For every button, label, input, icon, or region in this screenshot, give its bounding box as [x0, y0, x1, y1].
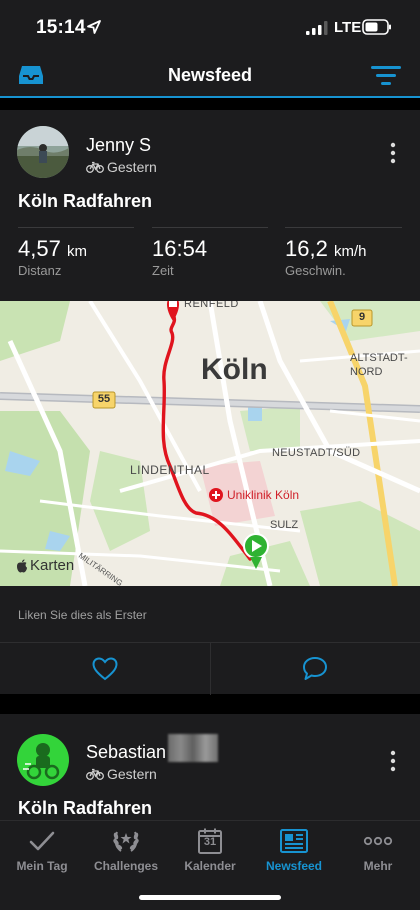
user-name[interactable]: Jenny S — [86, 135, 151, 156]
map-road-sign: 9 — [358, 311, 366, 323]
activity-card[interactable]: Jenny S Gestern Köln Radfahren 4,57 km D… — [0, 110, 420, 695]
activity-meta: Gestern — [86, 159, 157, 175]
tab-newsfeed[interactable]: Newsfeed — [252, 821, 336, 883]
activity-meta: Gestern — [86, 766, 157, 782]
feed-gap — [0, 100, 420, 110]
home-indicator — [139, 895, 281, 900]
stat-time: 16:54 Zeit — [152, 227, 268, 278]
map-label: NEUSTADT/SÜD — [272, 447, 361, 459]
bike-icon — [86, 768, 104, 780]
calendar-day: 31 — [203, 836, 217, 848]
more-vertical-icon[interactable] — [388, 142, 398, 164]
avatar-photo — [17, 126, 69, 178]
stat-value: 16:54 — [152, 236, 208, 261]
map-attribution-text: Karten — [30, 557, 75, 574]
post-actions — [0, 642, 420, 695]
route-map[interactable]: 9 55 Köln RENFELD ALTSTADT-NORD NEUSTADT… — [0, 301, 420, 586]
activity-date: Gestern — [107, 159, 157, 175]
more-vertical-icon[interactable] — [388, 750, 398, 772]
tab-mehr[interactable]: Mehr — [336, 821, 420, 883]
location-arrow-icon — [87, 20, 101, 34]
signal-icon — [306, 21, 328, 35]
status-time: 15:14 — [36, 17, 86, 38]
map-poi-label: Uniklinik Köln — [227, 488, 300, 502]
map-city-label: Köln — [201, 353, 268, 386]
app-header: Newsfeed — [0, 52, 420, 98]
map-label: SULZ — [270, 519, 299, 531]
activity-date: Gestern — [107, 766, 157, 782]
map-attribution: Karten — [16, 557, 74, 574]
tab-label: Mein Tag — [16, 859, 68, 873]
heart-icon[interactable] — [92, 657, 118, 681]
battery-icon — [362, 19, 391, 35]
avatar[interactable] — [17, 734, 69, 786]
stat-value: 4,57 — [18, 236, 61, 261]
stat-label: Zeit — [152, 263, 174, 278]
more-dots-icon — [363, 836, 393, 846]
page-title: Newsfeed — [167, 65, 253, 85]
stat-speed: 16,2 km/h Geschwin. — [285, 227, 402, 278]
likes-text[interactable]: Liken Sie dies als Erster — [18, 608, 147, 622]
checkmark-icon — [29, 831, 55, 851]
stat-unit: km — [66, 243, 87, 260]
stat-value: 16,2 — [285, 236, 328, 261]
map-label: RENFELD — [184, 301, 239, 310]
stat-label: Distanz — [18, 263, 62, 278]
newspaper-icon — [280, 829, 308, 853]
activity-card[interactable]: Sebastian Gestern Köln Radfahren — [0, 714, 420, 820]
tab-challenges[interactable]: Challenges — [84, 821, 168, 883]
status-bar: 15:14 LTE — [0, 0, 420, 52]
avatar[interactable] — [17, 126, 69, 178]
avatar-cyclist-image — [17, 734, 69, 786]
comment-icon[interactable] — [302, 656, 328, 682]
redacted-name — [168, 734, 218, 762]
stat-distance: 4,57 km Distanz — [18, 227, 134, 278]
map-road-sign: 55 — [97, 393, 111, 405]
filter-icon[interactable] — [370, 63, 402, 87]
action-divider — [210, 643, 211, 695]
tab-kalender[interactable]: 31 Kalender — [168, 821, 252, 883]
activity-title[interactable]: Köln Radfahren — [18, 191, 152, 212]
network-type: LTE — [334, 19, 362, 36]
bike-icon — [86, 161, 104, 173]
apple-logo-icon — [17, 559, 27, 572]
tab-label: Mehr — [363, 859, 393, 873]
tab-label: Kalender — [184, 859, 236, 873]
tab-label: Challenges — [93, 859, 159, 873]
map-canvas — [0, 301, 420, 586]
stat-label: Geschwin. — [285, 263, 346, 278]
activity-title[interactable]: Köln Radfahren — [18, 798, 152, 819]
laurel-icon — [113, 831, 139, 852]
stat-unit: km/h — [333, 243, 367, 260]
map-label: LINDENTHAL — [130, 463, 210, 477]
user-name[interactable]: Sebastian — [86, 742, 166, 763]
tab-mein-tag[interactable]: Mein Tag — [0, 821, 84, 883]
tab-label: Newsfeed — [265, 859, 323, 873]
map-label: ALTSTADT-NORD — [350, 352, 408, 378]
